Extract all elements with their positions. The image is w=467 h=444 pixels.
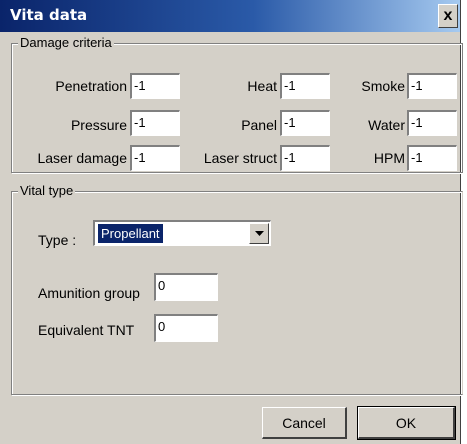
laser-struct-input[interactable]: -1 xyxy=(280,145,330,171)
dropdown-button[interactable] xyxy=(249,223,269,244)
panel-input[interactable]: -1 xyxy=(280,110,330,136)
laser-damage-label: Laser damage xyxy=(37,150,127,166)
cancel-button[interactable]: Cancel xyxy=(262,407,347,439)
laser-struct-label: Laser struct xyxy=(203,150,277,166)
type-select[interactable]: Propellant xyxy=(93,220,271,246)
type-selected-value: Propellant xyxy=(98,224,163,243)
damage-criteria-legend: Damage criteria xyxy=(18,35,114,50)
hpm-input[interactable]: -1 xyxy=(407,145,457,171)
smoke-input[interactable]: -1 xyxy=(407,73,457,99)
water-label: Water xyxy=(368,117,405,133)
hpm-label: HPM xyxy=(373,150,405,166)
heat-label: Heat xyxy=(247,78,277,94)
penetration-input[interactable]: -1 xyxy=(130,73,180,99)
close-button[interactable]: x xyxy=(438,4,458,28)
heat-input[interactable]: -1 xyxy=(280,73,330,99)
equivalent-tnt-label: Equivalent TNT xyxy=(38,322,135,338)
triangle-down-icon xyxy=(254,231,264,236)
smoke-label: Smoke xyxy=(361,78,405,94)
penetration-label: Penetration xyxy=(55,78,127,94)
pressure-input[interactable]: -1 xyxy=(130,110,180,136)
ok-button[interactable]: OK xyxy=(357,406,456,440)
pressure-label: Pressure xyxy=(70,117,127,133)
type-label: Type : xyxy=(38,232,77,248)
equivalent-tnt-input[interactable]: 0 xyxy=(154,314,218,342)
laser-damage-input[interactable]: -1 xyxy=(130,145,180,171)
amunition-group-label: Amunition group xyxy=(38,285,140,301)
panel-label: Panel xyxy=(241,117,277,133)
dialog-window: Vita data x Damage criteria Penetration … xyxy=(0,0,463,444)
amunition-group-input[interactable]: 0 xyxy=(154,273,218,301)
close-icon: x xyxy=(443,7,453,24)
window-title: Vita data xyxy=(10,6,88,24)
vital-type-legend: Vital type xyxy=(18,183,76,198)
title-bar[interactable]: Vita data x xyxy=(0,0,460,32)
water-input[interactable]: -1 xyxy=(407,110,457,136)
